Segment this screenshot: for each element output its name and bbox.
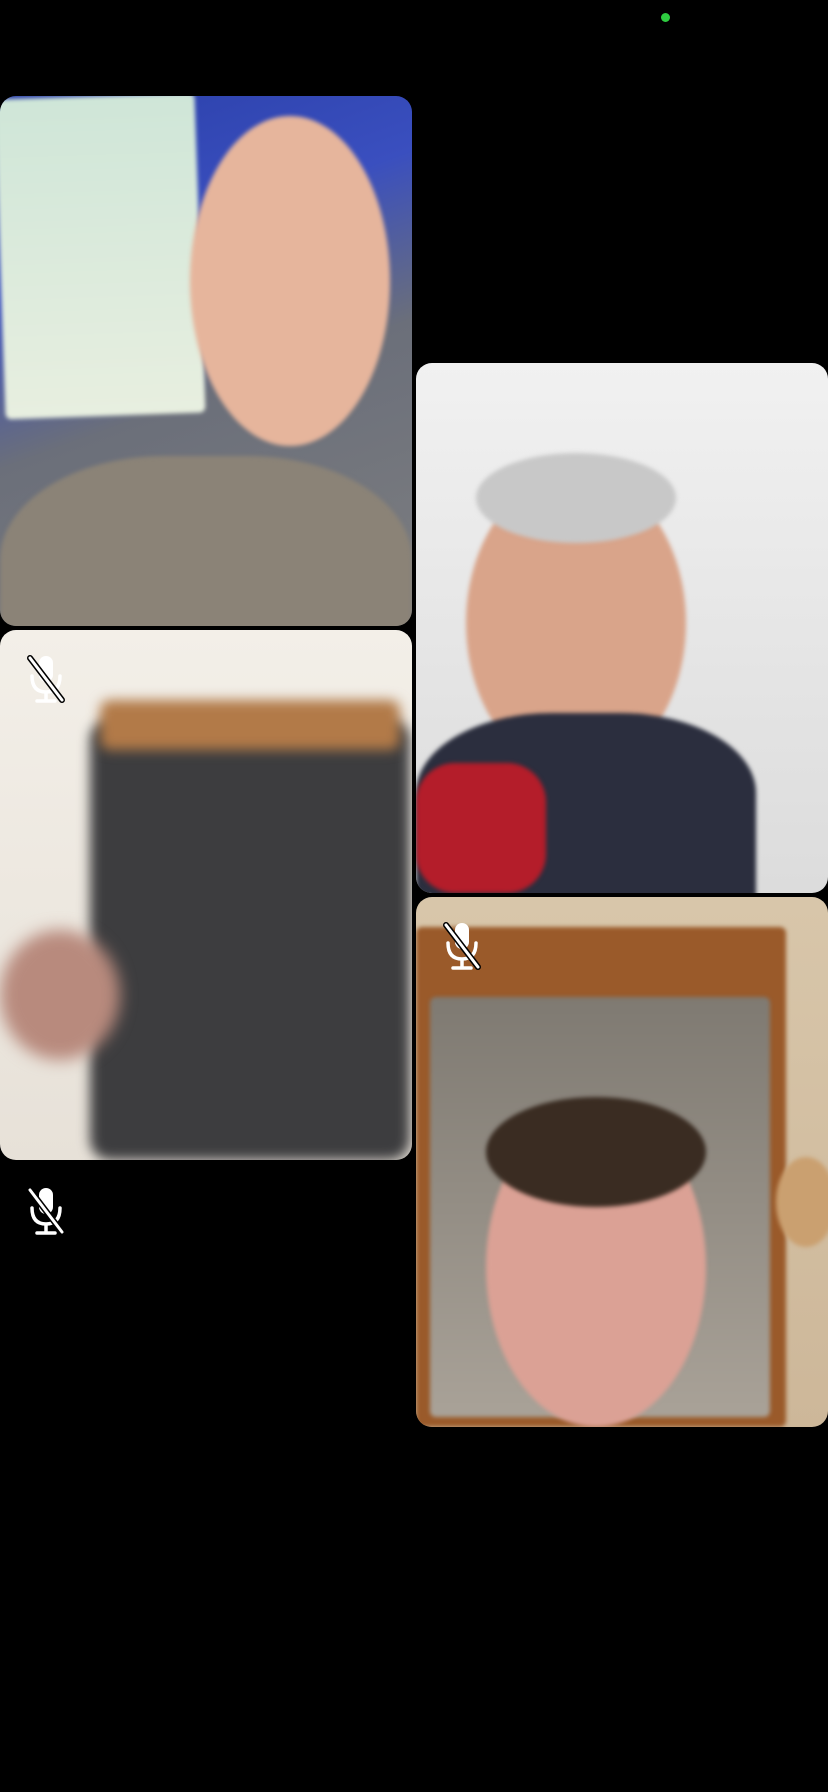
video-tile-participant-4[interactable] xyxy=(416,897,828,1427)
recording-indicator-dot xyxy=(661,13,670,22)
video-tile-participant-3[interactable] xyxy=(0,630,412,1160)
mic-off-icon xyxy=(24,652,68,706)
self-mic-off-icon[interactable] xyxy=(24,1184,68,1238)
video-tile-participant-2[interactable] xyxy=(416,363,828,893)
video-tile-participant-1[interactable] xyxy=(0,96,412,626)
mic-off-icon xyxy=(440,919,484,973)
